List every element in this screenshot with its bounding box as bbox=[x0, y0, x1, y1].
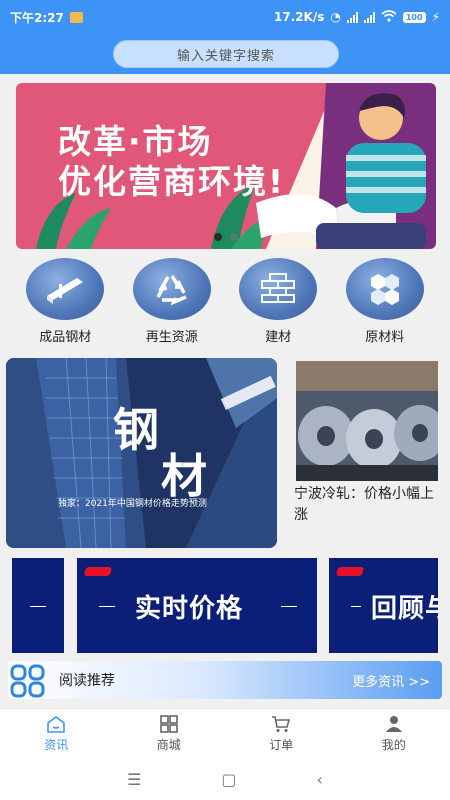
promo-card-partial[interactable] bbox=[12, 558, 64, 653]
category-recycled-resources[interactable]: 再生资源 bbox=[126, 258, 218, 350]
battery-indicator: 100 bbox=[402, 11, 426, 23]
bricks-icon bbox=[261, 273, 296, 303]
category-finished-steel[interactable]: 成品钢材 bbox=[19, 258, 111, 350]
cell-signal-2-icon bbox=[363, 11, 375, 23]
tab-mall[interactable]: 商城 bbox=[113, 709, 226, 758]
hero-char-2: 材 bbox=[161, 449, 207, 503]
cart-icon bbox=[272, 715, 291, 732]
cell-signal-icon bbox=[346, 11, 358, 23]
news-thumbnail[interactable] bbox=[296, 361, 438, 481]
bottom-tab-bar: 资讯 商城 订单 我的 bbox=[0, 708, 450, 758]
grid-icon bbox=[159, 714, 178, 733]
hero-char-1: 钢 bbox=[113, 403, 159, 457]
alarm-icon: ◔ bbox=[330, 10, 341, 24]
tab-mine[interactable]: 我的 bbox=[338, 709, 450, 758]
reading-recommendation-bar: 阅读推荐 更多资讯 >> bbox=[8, 661, 442, 699]
hero-caption: 独家：2021年中国钢材价格走势预测 bbox=[58, 499, 207, 509]
banner-carousel[interactable]: 改革·市场 优化营商环境! bbox=[16, 83, 436, 249]
tab-label: 资讯 bbox=[44, 737, 69, 752]
tab-label: 我的 bbox=[381, 737, 406, 752]
promo-tag bbox=[335, 567, 365, 576]
home-nav-icon[interactable]: ▢ bbox=[221, 770, 236, 789]
tab-orders[interactable]: 订单 bbox=[225, 709, 338, 758]
steel-coils-image bbox=[296, 361, 438, 481]
back-nav-icon[interactable]: ‹ bbox=[317, 770, 323, 789]
recycle-icon bbox=[156, 275, 187, 305]
category-label: 成品钢材 bbox=[39, 330, 92, 345]
search-input[interactable]: 输入关键字搜索 bbox=[113, 40, 339, 68]
status-bar: 下午2:27 17.2K/s ◔ 100 ⚡ bbox=[0, 0, 450, 34]
wifi-icon bbox=[381, 9, 397, 25]
menu-nav-icon[interactable]: ☰ bbox=[127, 770, 141, 789]
promo-card-realtime-price[interactable]: 实时价格 bbox=[77, 558, 317, 653]
system-nav-bar: ☰ ▢ ‹ bbox=[0, 758, 450, 800]
news-title[interactable]: 宁波冷轧：价格小幅上涨 bbox=[294, 484, 442, 526]
category-building-materials[interactable]: 建材 bbox=[232, 258, 324, 350]
notification-app-icon bbox=[69, 11, 83, 23]
promo-title: 回顾与 bbox=[371, 594, 438, 624]
home-icon bbox=[47, 715, 66, 733]
promo-card-review[interactable]: 回顾与 bbox=[329, 558, 438, 653]
grid-rings-icon bbox=[10, 664, 45, 698]
carousel-dot bbox=[230, 233, 238, 241]
reading-label: 阅读推荐 bbox=[59, 673, 115, 689]
tab-label: 商城 bbox=[156, 737, 181, 752]
header-bar: 输入关键字搜索 bbox=[0, 34, 450, 74]
more-news-link[interactable]: 更多资讯 >> bbox=[352, 671, 430, 690]
status-right-group: 17.2K/s ◔ 100 ⚡ bbox=[273, 9, 440, 25]
steel-beam-icon bbox=[47, 278, 84, 304]
category-label: 建材 bbox=[265, 330, 292, 345]
featured-article-card[interactable]: 钢 材 独家：2021年中国钢材价格走势预测 bbox=[6, 358, 277, 548]
tab-label: 订单 bbox=[269, 737, 294, 752]
charging-icon: ⚡ bbox=[431, 10, 440, 24]
carousel-dot-active bbox=[214, 233, 222, 241]
category-raw-materials[interactable]: 原材料 bbox=[339, 258, 431, 350]
promo-strip[interactable]: 实时价格 回顾与 bbox=[0, 558, 450, 653]
category-label: 再生资源 bbox=[145, 330, 198, 345]
hexagon-materials-icon bbox=[370, 274, 399, 305]
carousel-indicator bbox=[214, 233, 238, 241]
category-row: 成品钢材 再生资源 建材 原材料 bbox=[0, 258, 450, 350]
tab-news[interactable]: 资讯 bbox=[0, 709, 113, 758]
banner-title-line2: 优化营商环境! bbox=[58, 162, 286, 201]
promo-tag bbox=[83, 567, 113, 576]
user-icon bbox=[385, 715, 402, 732]
category-label: 原材料 bbox=[365, 330, 405, 345]
status-time: 下午2:27 bbox=[10, 10, 64, 25]
promo-title: 实时价格 bbox=[135, 594, 244, 624]
network-speed: 17.2K/s bbox=[273, 10, 325, 24]
